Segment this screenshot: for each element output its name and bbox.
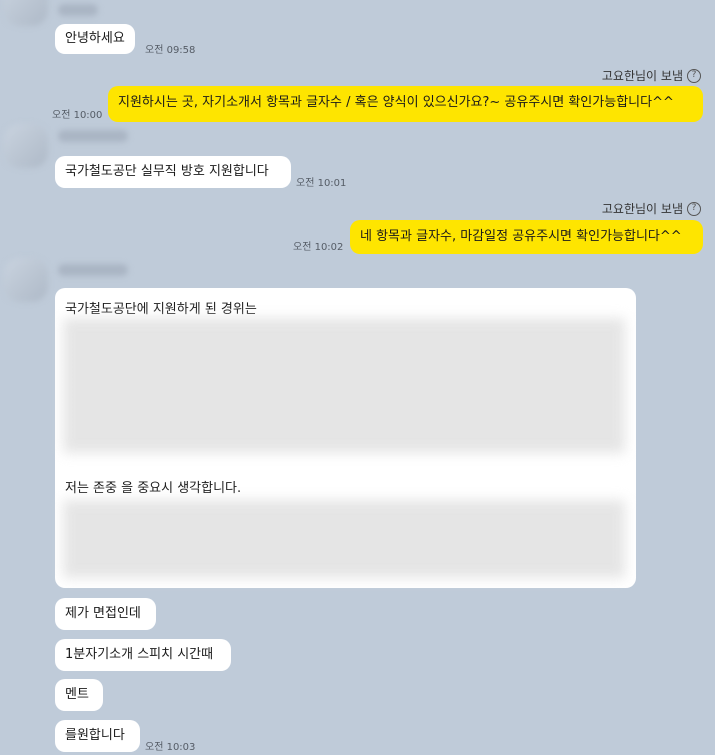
message-line: 국가철도공단에 지원하게 된 경위는 bbox=[65, 302, 257, 317]
message-text: 안녕하세요 bbox=[65, 31, 125, 46]
message-bubble[interactable]: 1분자기소개 스피치 시간때 bbox=[55, 639, 231, 671]
long-message-bubble[interactable]: 국가철도공단에 지원하게 된 경위는 저는 존중 을 중요시 생각합니다. bbox=[55, 288, 636, 588]
message-text: 1분자기소개 스피치 시간때 bbox=[65, 647, 214, 662]
my-message-bubble[interactable]: 네 항목과 글자수, 마감일정 공유주시면 확인가능합니다^^ bbox=[350, 220, 703, 254]
message-text: 제가 면접인데 bbox=[65, 606, 141, 621]
message-time: 오전 10:00 bbox=[52, 110, 103, 121]
avatar[interactable] bbox=[4, 124, 48, 168]
message-bubble[interactable]: 국가철도공단 실무직 방호 지원합니다 bbox=[55, 156, 291, 188]
message-bubble[interactable]: 를원합니다 bbox=[55, 720, 140, 752]
my-message-bubble[interactable]: 지원하시는 곳, 자기소개서 항목과 글자수 / 혹은 양식이 있으신가요?~ … bbox=[108, 86, 703, 122]
sender-name-hidden bbox=[58, 4, 98, 16]
message-text: 지원하시는 곳, 자기소개서 항목과 글자수 / 혹은 양식이 있으신가요?~ … bbox=[118, 95, 674, 110]
message-time: 오전 09:58 bbox=[145, 45, 196, 56]
help-icon[interactable]: ? bbox=[687, 201, 701, 216]
sender-name: 고요한님이 보냄 bbox=[601, 69, 683, 83]
message-text: 국가철도공단 실무직 방호 지원합니다 bbox=[65, 164, 269, 179]
help-icon[interactable]: ? bbox=[687, 68, 701, 83]
message-bubble[interactable]: 멘트 bbox=[55, 679, 103, 711]
sender-name-hidden bbox=[58, 264, 128, 276]
avatar[interactable] bbox=[4, 0, 48, 26]
redacted-text bbox=[63, 500, 625, 578]
avatar[interactable] bbox=[4, 258, 48, 302]
chat-window: 안녕하세요 오전 09:58 고요한님이 보냄 ? 지원하시는 곳, 자기소개서… bbox=[0, 0, 715, 755]
message-time: 오전 10:01 bbox=[296, 178, 347, 189]
message-text: 멘트 bbox=[65, 687, 89, 702]
sender-name: 고요한님이 보냄 bbox=[601, 202, 683, 216]
message-time: 오전 10:02 bbox=[293, 242, 344, 253]
message-text: 네 항목과 글자수, 마감일정 공유주시면 확인가능합니다^^ bbox=[360, 229, 682, 244]
sender-name-hidden bbox=[58, 130, 128, 142]
sender-label: 고요한님이 보냄 ? bbox=[602, 200, 701, 217]
redacted-text bbox=[63, 318, 625, 453]
message-bubble[interactable]: 제가 면접인데 bbox=[55, 598, 156, 630]
message-time: 오전 10:03 bbox=[145, 742, 196, 753]
message-bubble[interactable]: 안녕하세요 bbox=[55, 24, 135, 54]
sender-label: 고요한님이 보냄 ? bbox=[602, 67, 701, 84]
message-text: 를원합니다 bbox=[65, 728, 125, 743]
message-line: 저는 존중 을 중요시 생각합니다. bbox=[65, 481, 242, 496]
